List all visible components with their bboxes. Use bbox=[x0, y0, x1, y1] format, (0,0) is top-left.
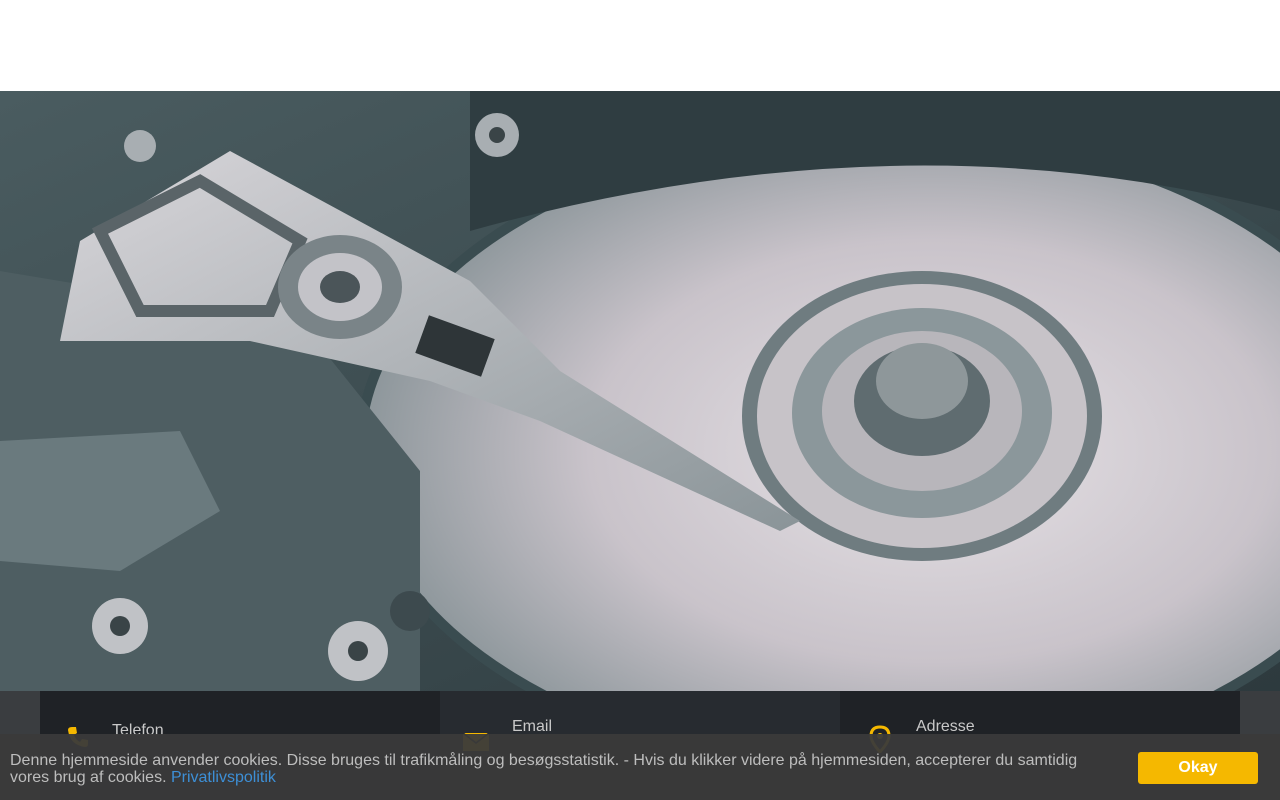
hard-drive-image bbox=[0, 91, 1280, 691]
cookie-bar: Denne hjemmeside anvender cookies. Disse… bbox=[0, 734, 1280, 800]
cookie-message: Denne hjemmeside anvender cookies. Disse… bbox=[10, 752, 1110, 786]
hero-image bbox=[0, 91, 1280, 691]
site-header bbox=[0, 0, 1280, 91]
okay-button[interactable]: Okay bbox=[1138, 752, 1258, 784]
privacy-policy-link[interactable]: Privatlivspolitik bbox=[171, 769, 276, 786]
